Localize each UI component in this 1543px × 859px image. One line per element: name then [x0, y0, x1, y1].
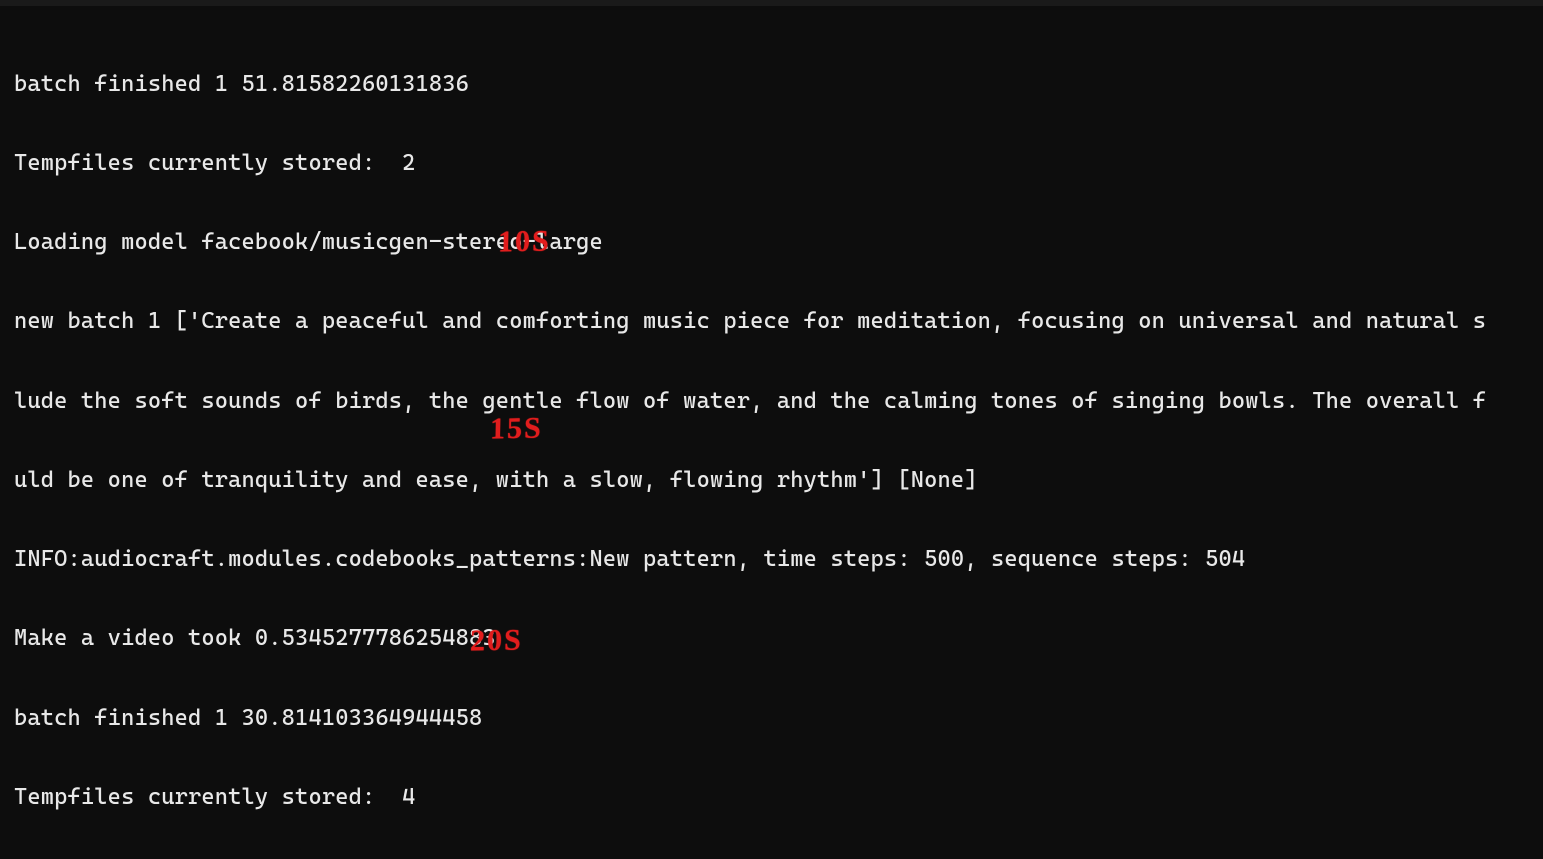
- log-line: batch finished 1 30.814103364944458: [14, 705, 1543, 731]
- terminal-output[interactable]: batch finished 1 51.81582260131836 Tempf…: [14, 18, 1543, 859]
- log-line: Make a video took 0.5345277786254883: [14, 625, 1543, 651]
- log-line: new batch 1 ['Create a peaceful and comf…: [14, 308, 1543, 334]
- log-line: Tempfiles currently stored: 2: [14, 150, 1543, 176]
- log-line: uld be one of tranquility and ease, with…: [14, 467, 1543, 493]
- log-line: lude the soft sounds of birds, the gentl…: [14, 388, 1543, 414]
- log-line: INFO:audiocraft.modules.codebooks_patter…: [14, 546, 1543, 572]
- log-line: Tempfiles currently stored: 4: [14, 784, 1543, 810]
- tab-bar: [0, 0, 1543, 6]
- log-line: batch finished 1 51.81582260131836: [14, 71, 1543, 97]
- log-line: Loading model facebook/musicgen-stereo-l…: [14, 229, 1543, 255]
